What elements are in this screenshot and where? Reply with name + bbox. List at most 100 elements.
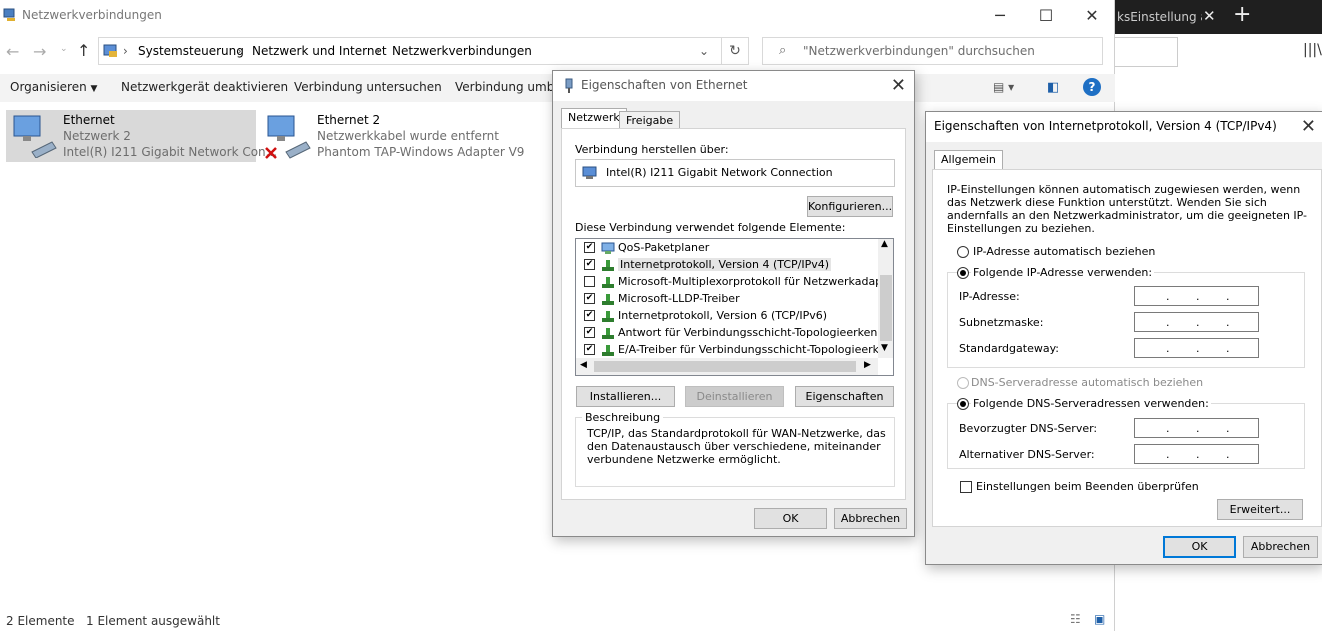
protocol-icon xyxy=(602,345,614,356)
details-view-icon[interactable]: ☷ xyxy=(1070,612,1081,626)
browser-url-bar[interactable] xyxy=(1115,37,1178,67)
ip-address-input[interactable]: ... xyxy=(1134,286,1259,306)
breadcrumb-netzwerk-internet[interactable]: Netzwerk und Internet xyxy=(252,44,387,58)
preview-pane-icon[interactable]: ◧ xyxy=(1047,80,1059,95)
address-bar[interactable]: › Systemsteuerung › Netzwerk und Interne… xyxy=(98,37,749,65)
element-label: Microsoft-Multiplexorprotokoll für Netzw… xyxy=(618,275,894,288)
close-icon[interactable]: ✕ xyxy=(891,75,906,96)
connection-item-ethernet-2[interactable]: Ethernet 2 Netzwerkkabel wurde entfernt … xyxy=(260,110,550,162)
manual-ip-radio[interactable] xyxy=(957,267,969,279)
deactivate-device-button[interactable]: Netzwerkgerät deaktivieren xyxy=(121,80,288,94)
scroll-thumb-horizontal[interactable] xyxy=(594,361,856,372)
library-icon[interactable]: |||\ xyxy=(1303,42,1322,58)
organize-menu[interactable]: Organisieren ▼ xyxy=(10,80,97,94)
alternate-dns-input[interactable]: ... xyxy=(1134,444,1259,464)
close-tab-icon[interactable]: ✕ xyxy=(1203,7,1216,25)
element-checkbox[interactable] xyxy=(584,327,595,338)
scroll-left-icon[interactable]: ◀ xyxy=(580,360,587,370)
element-label: QoS-Paketplaner xyxy=(618,241,710,254)
preferred-dns-input[interactable]: ... xyxy=(1134,418,1259,438)
elements-list[interactable]: QoS-Paketplaner Internetprotokoll, Versio… xyxy=(575,238,894,376)
tab-freigabe[interactable]: Freigabe xyxy=(619,111,681,129)
help-icon[interactable]: ? xyxy=(1083,78,1101,96)
manual-dns-radio[interactable] xyxy=(957,398,969,410)
auto-dns-radio[interactable] xyxy=(957,377,969,389)
description-text: TCP/IP, das Standardprotokoll für WAN-Ne… xyxy=(587,427,886,466)
gateway-input[interactable]: ... xyxy=(1134,338,1259,358)
subnet-mask-input[interactable]: ... xyxy=(1134,312,1259,332)
close-icon[interactable]: ✕ xyxy=(1301,116,1316,137)
list-item[interactable]: Internetprotokoll, Version 6 (TCP/IPv6) xyxy=(576,308,872,325)
elements-label: Diese Verbindung verwendet folgende Elem… xyxy=(575,221,846,234)
minimize-button[interactable]: ─ xyxy=(977,0,1023,32)
close-button[interactable]: ✕ xyxy=(1069,0,1115,32)
tiles-view-icon[interactable]: ▣ xyxy=(1094,612,1105,626)
element-checkbox[interactable] xyxy=(584,310,595,321)
validate-checkbox[interactable] xyxy=(960,481,972,493)
scroll-thumb[interactable] xyxy=(880,275,892,341)
cancel-button[interactable]: Abbrechen xyxy=(1243,536,1318,558)
element-checkbox[interactable] xyxy=(584,344,595,355)
tab-allgemein[interactable]: Allgemein xyxy=(934,150,1003,170)
breadcrumb-separator: › xyxy=(376,44,381,58)
manual-ip-label[interactable]: Folgende IP-Adresse verwenden: xyxy=(971,266,1155,279)
recent-chevron-icon[interactable]: ⌄ xyxy=(60,44,68,54)
search-input[interactable]: ⌕ "Netzwerkverbindungen" durchsuchen xyxy=(762,37,1103,65)
cancel-button[interactable]: Abbrechen xyxy=(834,508,907,529)
configure-button[interactable]: Konfigurieren... xyxy=(807,196,893,217)
list-item[interactable]: Antwort für Verbindungsschicht-Topologie… xyxy=(576,325,893,342)
alternate-dns-label: Alternativer DNS-Server: xyxy=(959,448,1095,461)
scroll-up-icon[interactable]: ▲ xyxy=(881,239,888,249)
view-options-icon[interactable]: ▤ ▾ xyxy=(993,80,1014,94)
up-arrow-icon[interactable]: ↑ xyxy=(77,41,90,60)
properties-button[interactable]: Eigenschaften xyxy=(795,386,894,407)
element-checkbox[interactable] xyxy=(584,259,595,270)
back-arrow-icon[interactable]: ← xyxy=(6,42,19,61)
control-panel-icon xyxy=(103,44,117,57)
new-tab-icon[interactable]: + xyxy=(1233,2,1251,27)
install-button[interactable]: Installieren... xyxy=(576,386,675,407)
item-name: Ethernet xyxy=(63,113,115,127)
chevron-down-icon[interactable]: ⌄ xyxy=(699,44,709,58)
manual-dns-label[interactable]: Folgende DNS-Serveradressen verwenden: xyxy=(971,397,1211,410)
list-item[interactable]: Internetprotokoll, Version 4 (TCP/IPv4) xyxy=(576,257,872,274)
dialog-titlebar: Eigenschaften von Ethernet ✕ xyxy=(553,71,914,101)
ok-button[interactable]: OK xyxy=(754,508,827,529)
list-item[interactable]: Microsoft-LLDP-Treiber xyxy=(576,291,872,308)
subnet-mask-label: Subnetzmaske: xyxy=(959,316,1044,329)
validate-label[interactable]: Einstellungen beim Beenden überprüfen xyxy=(976,480,1199,493)
refresh-button[interactable]: ↻ xyxy=(721,37,749,65)
element-checkbox[interactable] xyxy=(584,276,595,287)
horizontal-scrollbar[interactable]: ◀ ▶ xyxy=(576,358,878,375)
network-adapter-icon xyxy=(13,115,57,158)
auto-ip-label[interactable]: IP-Adresse automatisch beziehen xyxy=(973,245,1155,258)
network-plug-icon xyxy=(565,78,573,93)
element-checkbox[interactable] xyxy=(584,242,595,253)
element-label: Internetprotokoll, Version 4 (TCP/IPv4) xyxy=(618,258,832,271)
uninstall-button[interactable]: Deinstallieren xyxy=(685,386,784,407)
preferred-dns-label: Bevorzugter DNS-Server: xyxy=(959,422,1098,435)
diagnose-connection-button[interactable]: Verbindung untersuchen xyxy=(294,80,442,94)
rename-connection-button[interactable]: Verbindung umbe xyxy=(455,80,562,94)
scroll-down-icon[interactable]: ▼ xyxy=(881,343,888,353)
forward-arrow-icon[interactable]: → xyxy=(33,42,46,61)
browser-tab-title[interactable]: ksEinstellung a xyxy=(1117,10,1202,24)
element-checkbox[interactable] xyxy=(584,293,595,304)
protocol-icon xyxy=(602,311,614,322)
list-item[interactable]: E/A-Treiber für Verbindungsschicht-Topol… xyxy=(576,342,893,359)
item-name: Ethernet 2 xyxy=(317,113,381,127)
advanced-button[interactable]: Erweitert... xyxy=(1217,499,1303,520)
auto-dns-label[interactable]: DNS-Serveradresse automatisch beziehen xyxy=(971,376,1203,389)
search-placeholder: "Netzwerkverbindungen" durchsuchen xyxy=(803,44,1035,58)
list-item[interactable]: Microsoft-Multiplexorprotokoll für Netzw… xyxy=(576,274,893,291)
auto-ip-radio[interactable] xyxy=(957,246,969,258)
maximize-button[interactable]: ☐ xyxy=(1023,0,1069,32)
list-item[interactable]: QoS-Paketplaner xyxy=(576,240,872,257)
connection-item-ethernet[interactable]: Ethernet Netzwerk 2 Intel(R) I211 Gigabi… xyxy=(6,110,277,162)
breadcrumb-systemsteuerung[interactable]: Systemsteuerung xyxy=(138,44,244,58)
vertical-scrollbar[interactable]: ▲ ▼ xyxy=(878,239,893,358)
tab-netzwerk[interactable]: Netzwerk xyxy=(561,108,627,129)
breadcrumb-netzwerkverbindungen[interactable]: Netzwerkverbindungen xyxy=(392,44,532,58)
scroll-right-icon[interactable]: ▶ xyxy=(864,360,871,370)
ok-button[interactable]: OK xyxy=(1163,536,1236,558)
